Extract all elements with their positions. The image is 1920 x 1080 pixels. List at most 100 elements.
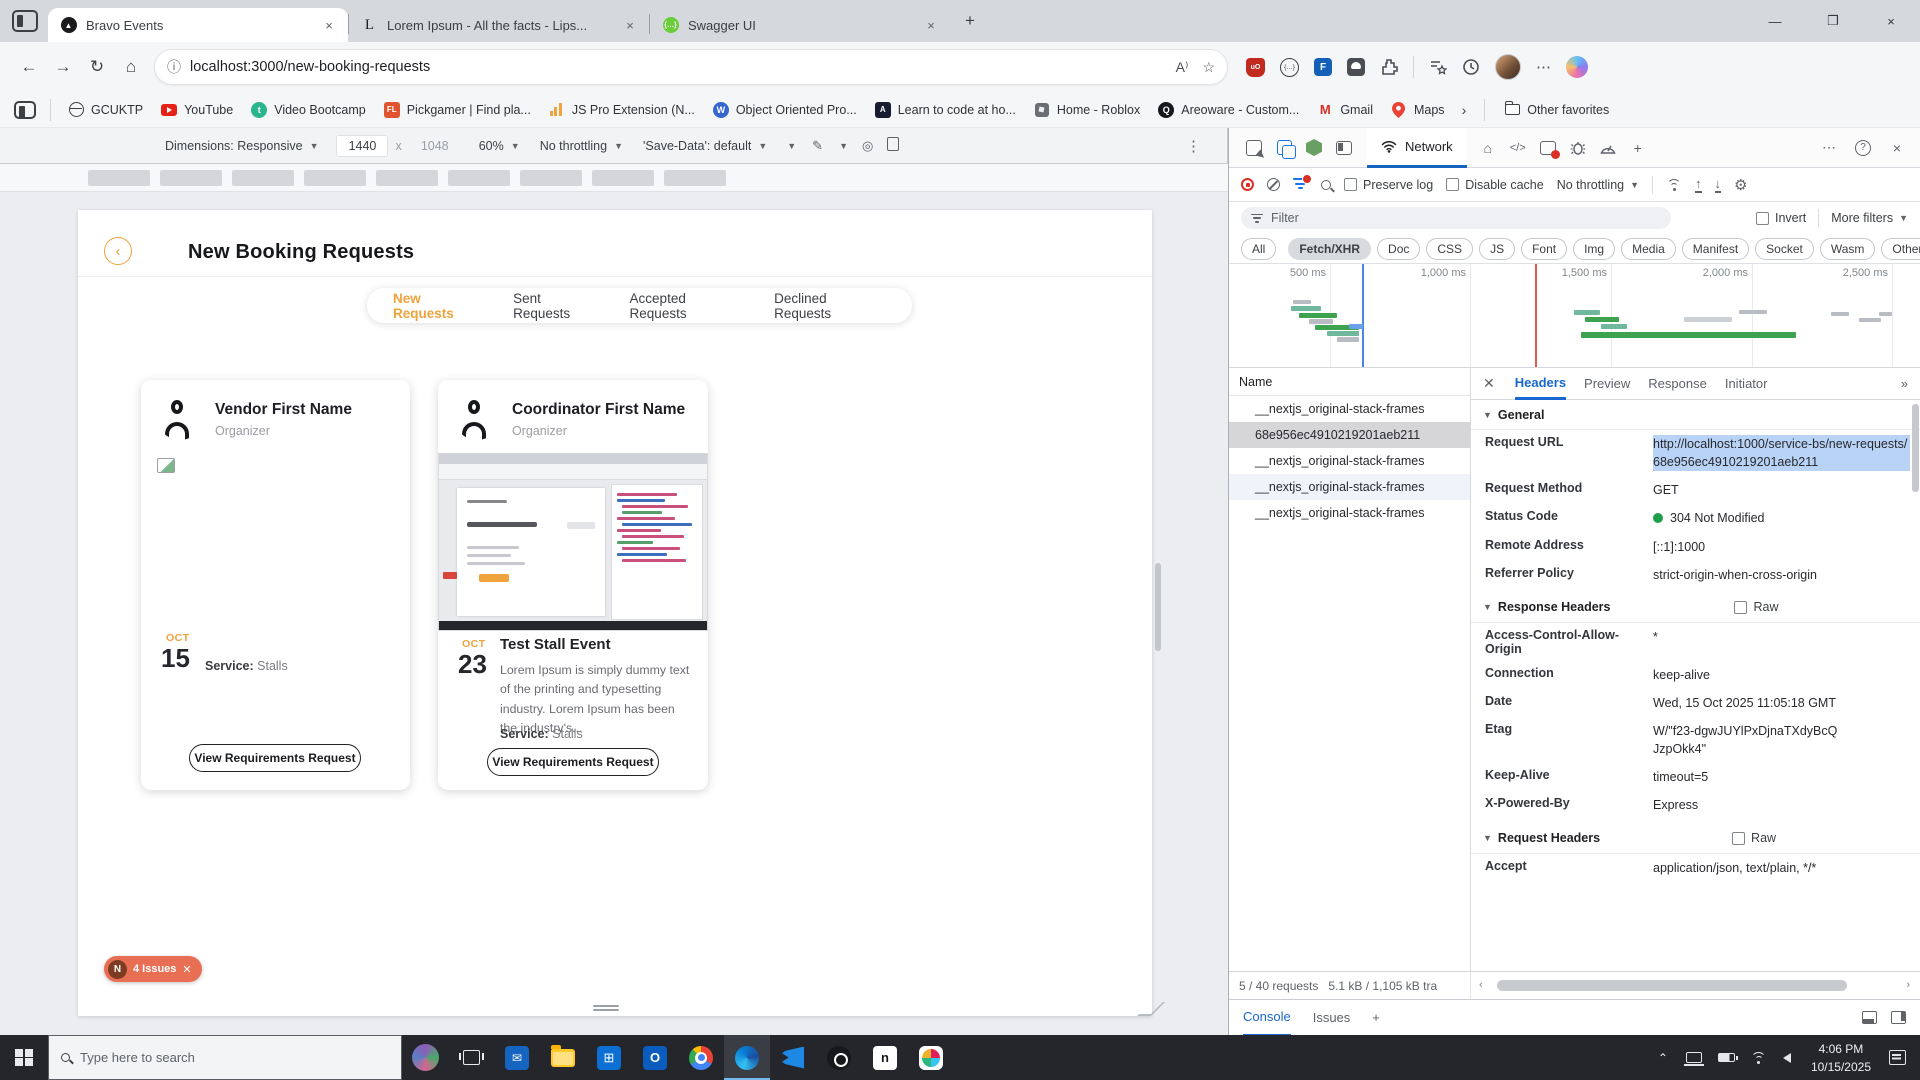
site-info-icon[interactable]: ⓘ: [167, 57, 181, 77]
taskbar-clock[interactable]: 4:06 PM 10/15/2025: [1799, 1040, 1883, 1076]
tab-accepted-requests[interactable]: Accepted Requests: [630, 291, 746, 321]
network-throttling-select[interactable]: No throttling▼: [1557, 178, 1639, 192]
bookmark-learn-to-code[interactable]: ALearn to code at ho...: [866, 98, 1025, 122]
device-screenshot-icon[interactable]: [887, 137, 899, 154]
clear-network-log-icon[interactable]: [1267, 178, 1280, 191]
bookmark-object-oriented[interactable]: WObject Oriented Pro...: [704, 98, 866, 122]
details-horizontal-scrollbar[interactable]: ‹ ›: [1471, 972, 1920, 999]
profile-avatar[interactable]: [1495, 54, 1521, 80]
network-overview-waterfall[interactable]: 500 ms1,000 ms1,500 ms2,000 ms2,500 ms: [1229, 264, 1920, 368]
chip-js[interactable]: JS: [1479, 238, 1515, 260]
devtools-tab-debugger-icon[interactable]: [1563, 133, 1593, 163]
tab-lorem-ipsum[interactable]: L Lorem Ipsum - All the facts - Lips... …: [349, 8, 649, 42]
chip-fetch-xhr[interactable]: Fetch/XHR: [1288, 238, 1371, 260]
more-filters-select[interactable]: More filters▼: [1831, 211, 1908, 225]
display-tray-icon[interactable]: [1678, 1052, 1710, 1063]
task-view-button[interactable]: [448, 1035, 494, 1080]
round-app-icon[interactable]: [816, 1035, 862, 1080]
url-text[interactable]: localhost:3000/new-booking-requests: [190, 59, 1162, 75]
forward-icon[interactable]: →: [46, 50, 80, 84]
drawer-tab-issues[interactable]: Issues: [1313, 1010, 1351, 1025]
chip-other[interactable]: Other: [1881, 238, 1920, 260]
devtools-tab-elements-icon[interactable]: </>: [1503, 133, 1533, 163]
request-row[interactable]: __nextjs_original-stack-frames: [1229, 448, 1470, 474]
disable-cache-checkbox[interactable]: Disable cache: [1446, 178, 1544, 192]
chip-socket[interactable]: Socket: [1755, 238, 1814, 260]
chip-media[interactable]: Media: [1621, 238, 1676, 260]
request-row[interactable]: __nextjs_original-stack-frames: [1229, 396, 1470, 422]
extensions-puzzle-icon[interactable]: [1380, 58, 1398, 76]
bookmarks-overflow-chevron[interactable]: ›: [1454, 102, 1475, 118]
start-button[interactable]: [0, 1035, 48, 1080]
dock-bottom-icon[interactable]: [1862, 1011, 1877, 1024]
history-icon[interactable]: [1462, 58, 1480, 76]
viewport-height-input[interactable]: 1048: [409, 135, 461, 157]
scrollbar-thumb[interactable]: [1497, 980, 1847, 991]
tab-close-icon[interactable]: ×: [922, 16, 940, 34]
details-tab-headers[interactable]: Headers: [1515, 368, 1566, 400]
back-icon[interactable]: ←: [12, 50, 46, 84]
devtools-more-icon[interactable]: ⋯: [1814, 133, 1844, 163]
devtools-help-icon[interactable]: ?: [1848, 133, 1878, 163]
device-toolbar-toggle-icon[interactable]: [1269, 133, 1299, 163]
collections-icon[interactable]: [1429, 58, 1447, 76]
devtools-tab-console-icon[interactable]: [1533, 133, 1563, 163]
save-data-select[interactable]: 'Save-Data': default ▼: [643, 139, 767, 153]
ublock-extension-icon[interactable]: uO: [1246, 58, 1265, 77]
dock-side-icon[interactable]: [1329, 133, 1359, 163]
chip-wasm[interactable]: Wasm: [1820, 238, 1876, 260]
network-settings-gear-icon[interactable]: ⚙: [1734, 176, 1747, 194]
view-requirements-button[interactable]: View Requirements Request: [189, 744, 361, 772]
viewport-resize-handle[interactable]: [593, 1005, 619, 1012]
reload-icon[interactable]: ↻: [80, 50, 114, 84]
devtools-close-icon[interactable]: ×: [1882, 133, 1912, 163]
bookmark-js-pro-extension[interactable]: JS Pro Extension (N...: [540, 98, 704, 122]
tab-close-icon[interactable]: ×: [320, 16, 338, 34]
dock-right-icon[interactable]: [1891, 1011, 1906, 1024]
favorite-star-icon[interactable]: ☆: [1202, 59, 1215, 76]
device-type-select[interactable]: Dimensions: Responsive ▼: [165, 139, 318, 153]
notion-icon[interactable]: n: [862, 1035, 908, 1080]
network-conditions-icon[interactable]: [1666, 179, 1682, 191]
home-icon[interactable]: ⌂: [114, 50, 148, 84]
scroll-left-arrow[interactable]: ‹: [1479, 979, 1483, 991]
window-maximize-button[interactable]: ❒: [1804, 0, 1862, 42]
mail-app-icon[interactable]: ✉: [494, 1035, 540, 1080]
chip-img[interactable]: Img: [1573, 238, 1615, 260]
tampermonkey-extension-icon[interactable]: [1347, 58, 1365, 76]
devtools-tab-performance-icon[interactable]: [1593, 133, 1623, 163]
volume-tray-icon[interactable]: [1775, 1053, 1799, 1063]
tab-new-requests[interactable]: New Requests: [393, 291, 484, 321]
tab-swagger-ui[interactable]: {…} Swagger UI ×: [650, 8, 950, 42]
view-requirements-button[interactable]: View Requirements Request: [487, 748, 659, 776]
window-close-button[interactable]: ×: [1862, 0, 1920, 42]
edge-icon-active[interactable]: [724, 1035, 770, 1080]
record-network-log-icon[interactable]: [1241, 178, 1254, 191]
chip-doc[interactable]: Doc: [1377, 238, 1420, 260]
more-tabs-chevron-icon[interactable]: »: [1901, 376, 1908, 391]
hidden-icons-chevron[interactable]: ⌃: [1648, 1051, 1678, 1065]
action-center-icon[interactable]: [1889, 1050, 1906, 1065]
file-explorer-icon[interactable]: [540, 1035, 586, 1080]
preserve-log-checkbox[interactable]: Preserve log: [1344, 178, 1433, 192]
details-tab-initiator[interactable]: Initiator: [1725, 376, 1768, 391]
taskbar-widget-thumbnail[interactable]: [402, 1035, 448, 1080]
request-row[interactable]: __nextjs_original-stack-frames: [1229, 500, 1470, 526]
other-favorites[interactable]: Other favorites: [1495, 98, 1618, 122]
address-bar[interactable]: ⓘ localhost:3000/new-booking-requests A⁾…: [154, 49, 1228, 85]
export-har-icon[interactable]: ↓: [1715, 177, 1722, 193]
nodejs-icon[interactable]: [1299, 133, 1329, 163]
details-tab-preview[interactable]: Preview: [1584, 376, 1630, 391]
network-search-icon[interactable]: [1321, 180, 1331, 190]
nextjs-issues-badge[interactable]: N 4 Issues ✕: [104, 956, 202, 982]
response-headers-section-header[interactable]: ▼ Response Headers Raw: [1471, 593, 1920, 623]
request-row-selected[interactable]: 68e956ec4910219201aeb211: [1229, 422, 1470, 448]
invert-filter-checkbox[interactable]: Invert: [1756, 211, 1806, 225]
general-section-header[interactable]: ▼ General: [1471, 400, 1920, 430]
network-filter-icon[interactable]: [1293, 178, 1308, 191]
chip-font[interactable]: Font: [1521, 238, 1567, 260]
filter-input[interactable]: Filter: [1241, 207, 1671, 229]
import-har-icon[interactable]: ↑: [1695, 177, 1702, 193]
viewport-width-input[interactable]: 1440: [336, 135, 388, 157]
raw-checkbox[interactable]: Raw: [1734, 600, 1778, 614]
